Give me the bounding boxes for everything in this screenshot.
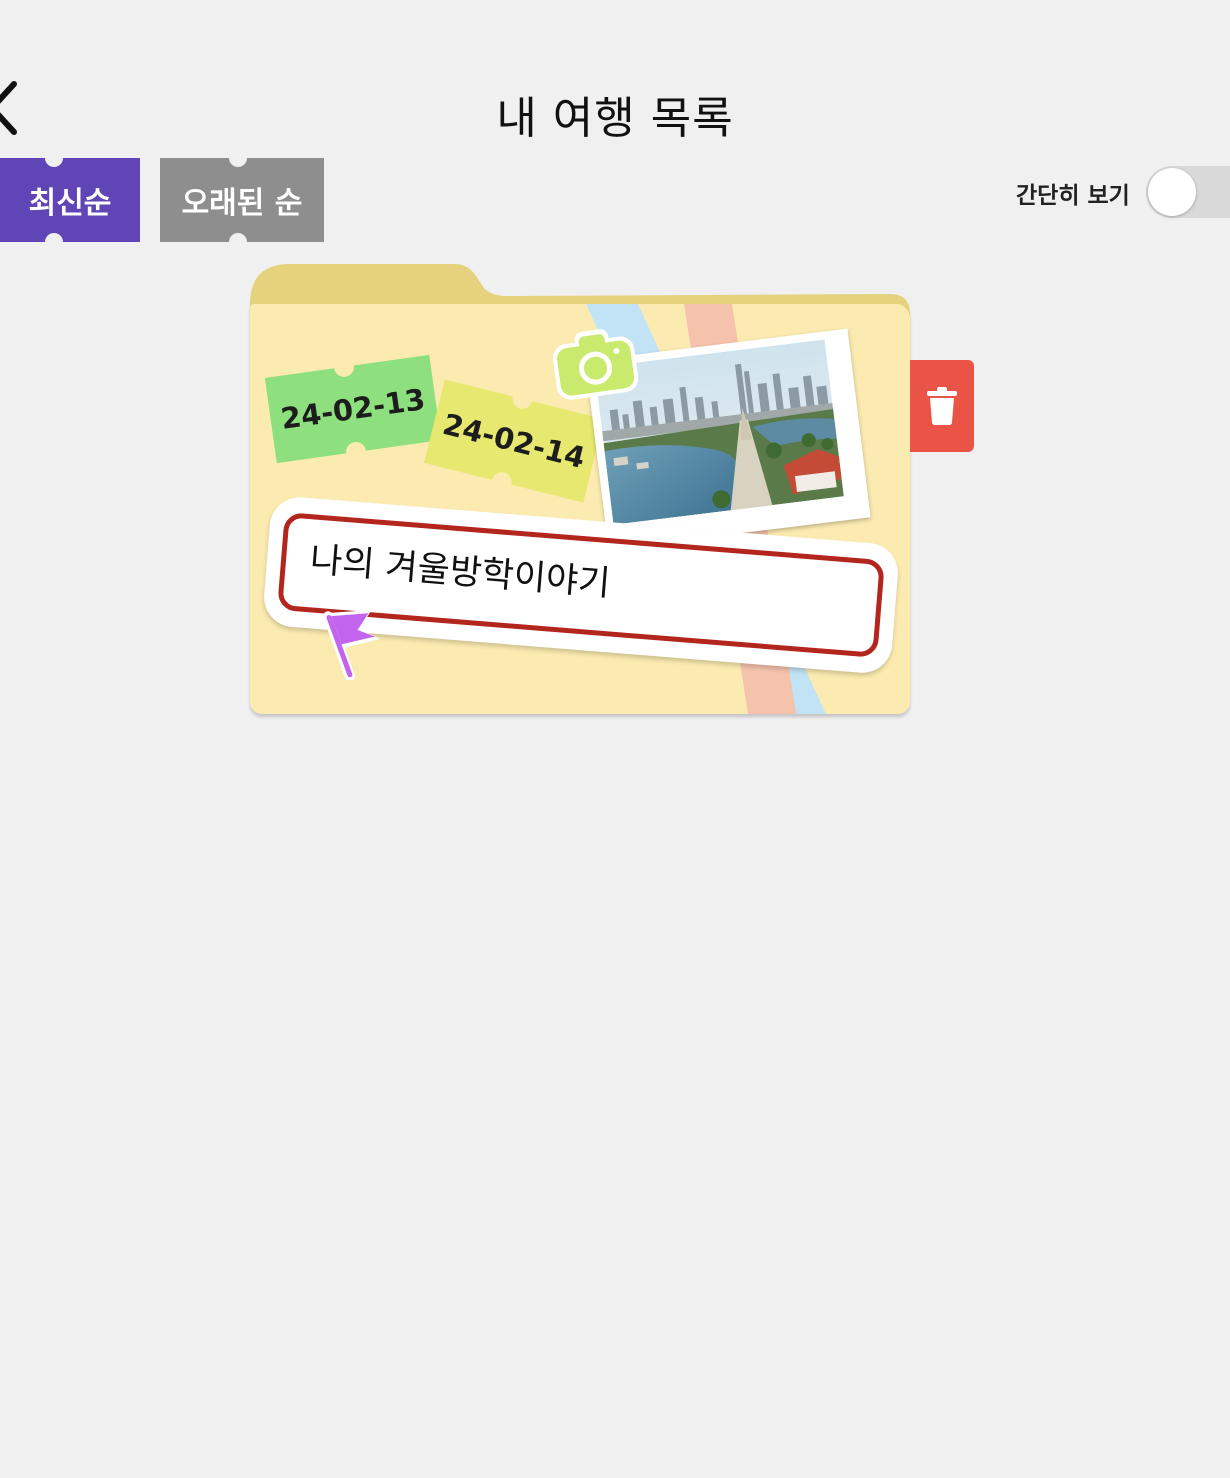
sort-oldest-label: 오래된 순 — [181, 186, 303, 221]
sort-newest-tab[interactable]: 최신순 — [0, 149, 140, 251]
ticket-notch — [45, 233, 63, 251]
page-title: 내 여행 목록 — [496, 93, 734, 144]
simple-view-label: 간단히 보기 — [1016, 183, 1130, 209]
delete-trip-button[interactable] — [910, 360, 974, 452]
toggle-knob — [1148, 168, 1196, 216]
trash-icon — [927, 387, 957, 425]
end-date: 24-02-14 — [439, 406, 589, 476]
sort-newest-label: 최신순 — [28, 186, 112, 221]
sort-oldest-tab[interactable]: 오래된 순 — [160, 149, 324, 251]
simple-view-toggle[interactable] — [1146, 166, 1230, 218]
trip-title: 나의 겨울방학이야기 — [308, 540, 612, 605]
camera-icon — [552, 329, 639, 400]
ticket-notch — [45, 149, 63, 167]
start-date: 24-02-13 — [278, 382, 428, 436]
flag-icon — [323, 609, 380, 680]
ticket-notch — [229, 233, 247, 251]
ticket-notch — [229, 149, 247, 167]
